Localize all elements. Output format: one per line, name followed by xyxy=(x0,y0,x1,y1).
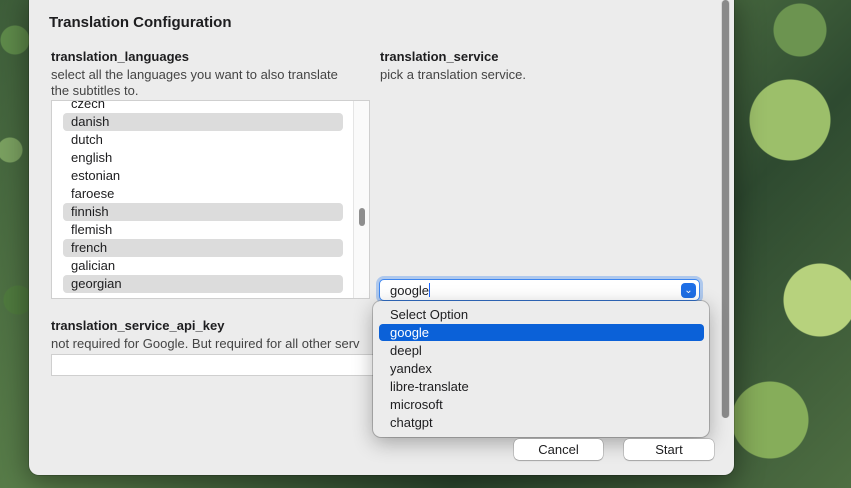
service-option[interactable]: Select Option xyxy=(379,306,704,323)
window-scrollbar-thumb[interactable] xyxy=(722,0,729,418)
service-option[interactable]: chatgpt xyxy=(379,414,704,431)
window-scrollbar[interactable] xyxy=(721,0,730,418)
service-select-value[interactable]: google xyxy=(390,283,431,298)
service-dropdown-menu: Select Option google deepl yandex libre-tran… xyxy=(373,301,709,437)
api-key-label: translation_service_api_key xyxy=(51,318,225,333)
service-description: pick a translation service. xyxy=(380,67,526,82)
api-key-description: not required for Google. But required fo… xyxy=(51,336,360,351)
dialog-title: Translation Configuration xyxy=(49,14,232,31)
language-list-item[interactable]: danish xyxy=(63,113,343,131)
languages-description-2: the subtitles to. xyxy=(51,83,139,98)
language-list-item[interactable]: french xyxy=(63,239,343,257)
languages-description-1: select all the languages you want to als… xyxy=(51,67,338,82)
language-list-item[interactable]: flemish xyxy=(63,221,343,239)
language-list-item[interactable]: finnish xyxy=(63,203,343,221)
service-option[interactable]: google xyxy=(379,324,704,341)
start-button[interactable]: Start xyxy=(624,439,714,460)
service-option[interactable]: libre-translate xyxy=(379,378,704,395)
service-option[interactable]: yandex xyxy=(379,360,704,377)
api-key-input[interactable] xyxy=(51,354,376,376)
service-select[interactable]: google ⌄ xyxy=(379,279,700,301)
language-list-item[interactable]: georgian xyxy=(63,275,343,293)
language-list-item[interactable]: english xyxy=(63,149,343,167)
language-list-item[interactable]: galician xyxy=(63,257,343,275)
language-list-item[interactable]: estonian xyxy=(63,167,343,185)
service-option[interactable]: microsoft xyxy=(379,396,704,413)
language-list-item[interactable]: faroese xyxy=(63,185,343,203)
languages-scrollbar-thumb[interactable] xyxy=(359,208,365,226)
language-list-item[interactable]: czech xyxy=(63,101,343,113)
languages-listbox[interactable]: czech danish dutch english estonian faroese fi… xyxy=(51,100,370,299)
language-list-item[interactable]: dutch xyxy=(63,131,343,149)
languages-scrollbar[interactable] xyxy=(353,101,369,298)
service-label: translation_service xyxy=(380,49,499,64)
languages-label: translation_languages xyxy=(51,49,189,64)
text-caret xyxy=(429,283,431,297)
chevron-down-icon[interactable]: ⌄ xyxy=(681,283,696,298)
cancel-button[interactable]: Cancel xyxy=(514,439,603,460)
service-option[interactable]: deepl xyxy=(379,342,704,359)
